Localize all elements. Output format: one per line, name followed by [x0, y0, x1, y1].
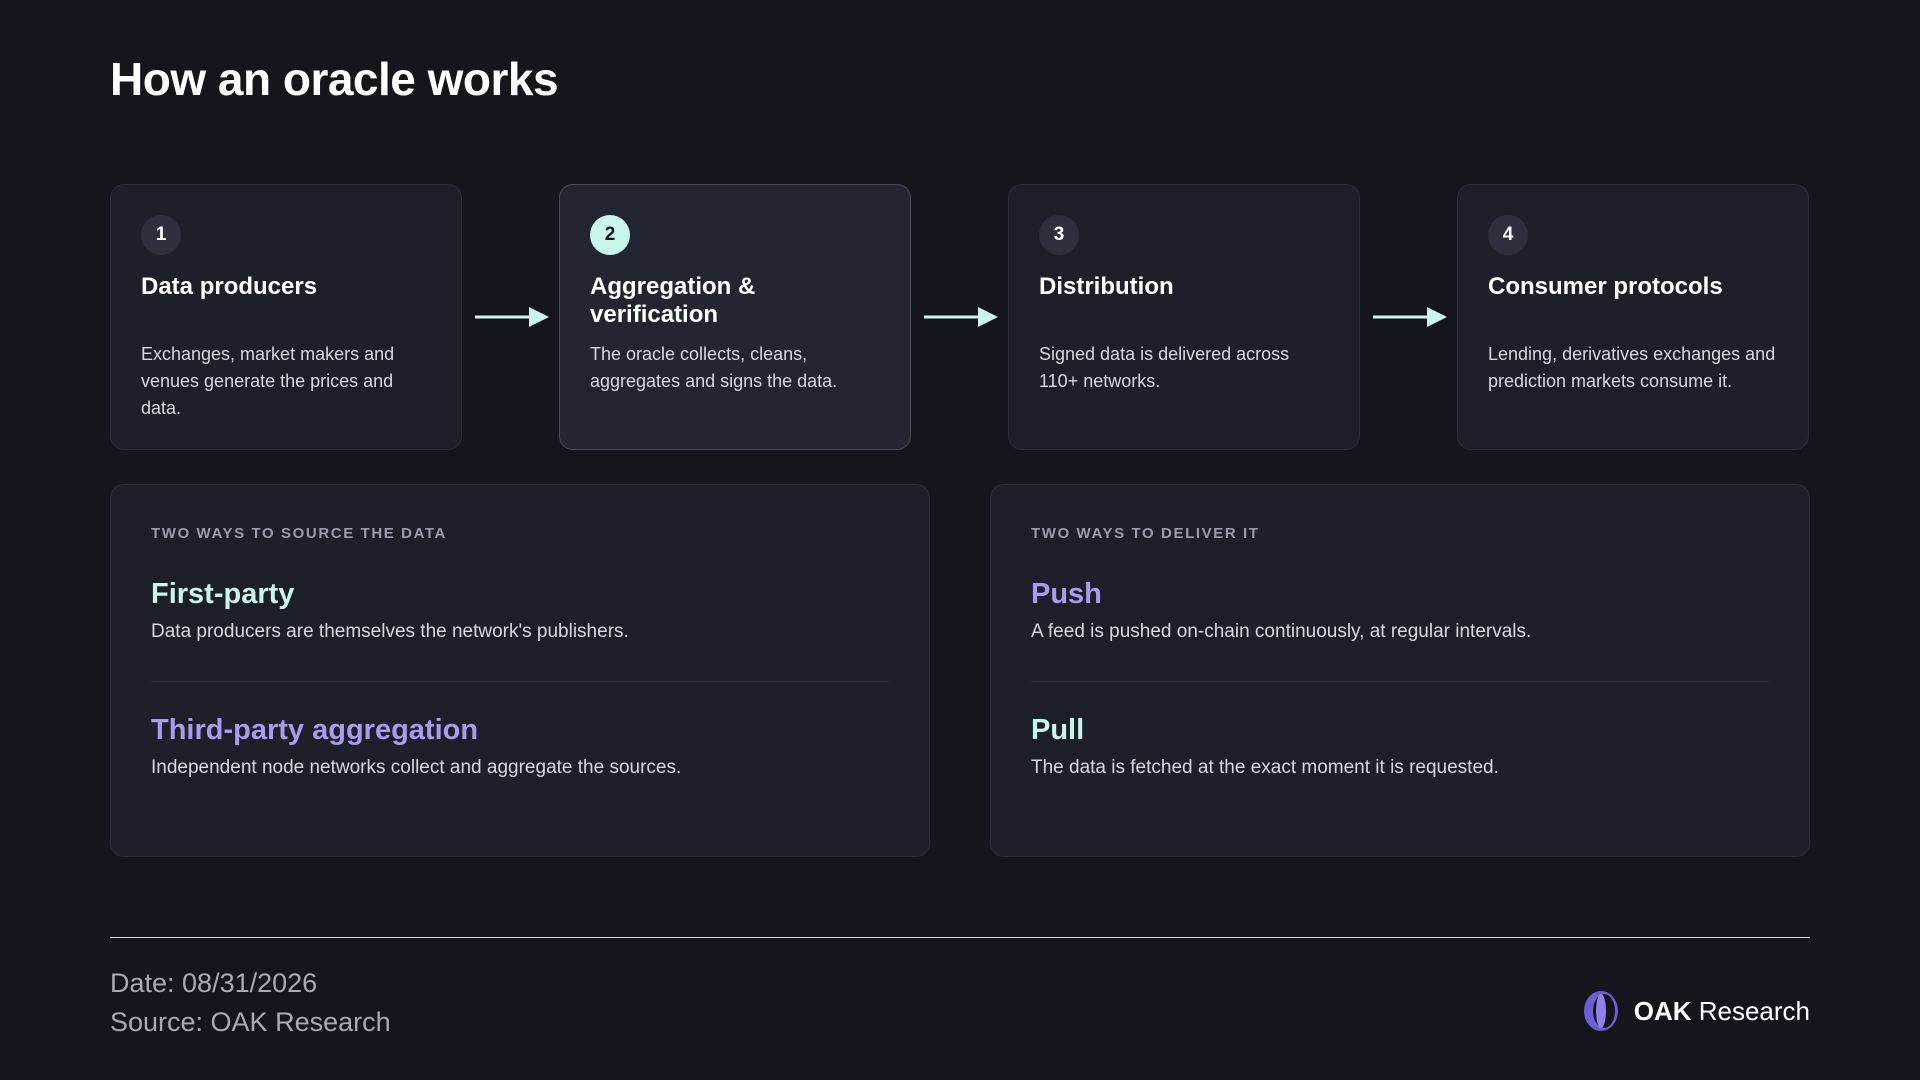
- source-panel: TWO WAYS TO SOURCE THE DATA First-party …: [110, 484, 930, 857]
- option-description: Data producers are themselves the networ…: [151, 621, 629, 642]
- step-description: Exchanges, market makers and venues gene…: [141, 344, 395, 418]
- oracle-flow: 1 Data producers Exchanges, market maker…: [110, 184, 1810, 452]
- footer-meta: Date: 08/31/2026 Source: OAK Research: [110, 964, 391, 1042]
- step-title: Data producers: [141, 273, 318, 300]
- source-text: Source: OAK Research: [110, 1007, 391, 1037]
- step-number-badge: 2: [590, 215, 630, 255]
- option-description: The data is fetched at the exact moment …: [1031, 757, 1499, 778]
- brand-name: OAK Research: [1633, 995, 1810, 1026]
- divider: [1031, 681, 1769, 682]
- arrow-right-icon: [1373, 307, 1447, 327]
- step-title: Consumer protocols: [1488, 273, 1723, 300]
- date-text: Date: 08/31/2026: [110, 968, 318, 998]
- step-number-badge: 4: [1488, 215, 1528, 255]
- step-card-aggregation: 2 Aggregation & verification The oracle …: [559, 184, 911, 450]
- step-number-badge: 3: [1039, 215, 1079, 255]
- step-title: Aggregation & verification: [590, 273, 756, 328]
- option-title: Pull: [1031, 714, 1085, 746]
- page-title: How an oracle works: [110, 53, 559, 105]
- step-description: The oracle collects, cleans, aggregates …: [590, 344, 838, 391]
- option-first-party: First-party Data producers are themselve…: [151, 578, 889, 643]
- oak-logo-icon: [1583, 991, 1618, 1031]
- arrow-right-icon: [924, 307, 998, 327]
- step-card-data-producers: 1 Data producers Exchanges, market maker…: [110, 184, 462, 450]
- step-card-distribution: 3 Distribution Signed data is delivered …: [1008, 184, 1360, 450]
- brand-logo: OAK Research: [1582, 990, 1810, 1032]
- option-title: Third-party aggregation: [151, 714, 479, 746]
- step-number-badge: 1: [141, 215, 181, 255]
- option-title: Push: [1031, 578, 1102, 610]
- option-push: Push A feed is pushed on-chain continuou…: [1031, 578, 1769, 643]
- option-pull: Pull The data is fetched at the exact mo…: [1031, 714, 1769, 779]
- step-title: Distribution: [1039, 273, 1174, 300]
- step-description: Signed data is delivered across 110+ net…: [1039, 344, 1290, 391]
- step-card-consumer-protocols: 4 Consumer protocols Lending, derivative…: [1457, 184, 1809, 450]
- deliver-panel: TWO WAYS TO DELIVER IT Push A feed is pu…: [990, 484, 1810, 857]
- option-third-party: Third-party aggregation Independent node…: [151, 714, 889, 779]
- panel-label: TWO WAYS TO SOURCE THE DATA: [151, 525, 447, 542]
- option-description: A feed is pushed on-chain continuously, …: [1031, 621, 1532, 642]
- arrow-right-icon: [475, 307, 549, 327]
- option-title: First-party: [151, 578, 295, 610]
- divider: [151, 681, 889, 682]
- step-description: Lending, derivatives exchanges and predi…: [1488, 344, 1776, 391]
- footer-divider: [110, 937, 1810, 938]
- option-description: Independent node networks collect and ag…: [151, 757, 682, 778]
- panel-label: TWO WAYS TO DELIVER IT: [1031, 525, 1260, 542]
